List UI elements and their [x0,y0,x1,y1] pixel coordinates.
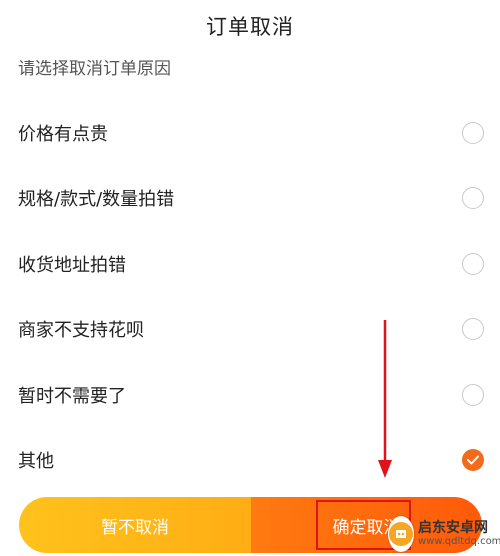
watermark: 启东安卓网 www.qdltdq.com [388,512,500,556]
reason-option[interactable]: 收货地址拍错 [0,231,500,297]
radio-unchecked-icon[interactable] [462,383,484,406]
reason-option-label: 收货地址拍错 [18,254,126,276]
watermark-name: 启东安卓网 [418,519,488,536]
radio-unchecked-icon[interactable] [462,252,484,275]
radio-unchecked-icon[interactable] [462,318,484,341]
radio-unchecked-icon[interactable] [462,121,484,144]
reason-option-label: 价格有点贵 [18,123,108,145]
dialog-header: 订单取消 [0,0,500,52]
page-title: 订单取消 [206,15,294,39]
reason-option-label: 暂时不需要了 [18,385,126,407]
reason-option-label: 规格/款式/数量拍错 [18,189,175,211]
watermark-logo-icon [388,516,414,552]
reason-list: 价格有点贵 规格/款式/数量拍错 收货地址拍错 商家不支持花呗 暂时不需要了 其… [0,100,500,493]
reason-option-label: 商家不支持花呗 [18,320,144,342]
reason-option[interactable]: 规格/款式/数量拍错 [0,166,500,232]
radio-checked-icon[interactable] [462,449,484,472]
reason-option-label: 其他 [18,451,54,473]
reason-option[interactable]: 商家不支持花呗 [0,297,500,363]
checkmark-icon [467,455,479,465]
watermark-url: www.qdltdq.com [418,536,500,548]
reason-option[interactable]: 价格有点贵 [0,100,500,166]
reason-option[interactable]: 暂时不需要了 [0,362,500,428]
radio-unchecked-icon[interactable] [462,187,484,210]
annotation-arrow-icon [378,320,392,478]
reason-prompt: 请选择取消订单原因 [18,60,171,82]
keep-order-button[interactable]: 暂不取消 [19,497,251,553]
reason-prompt-text: 请选择取消订单原因 [18,60,171,79]
reason-option[interactable]: 其他 [0,428,500,494]
